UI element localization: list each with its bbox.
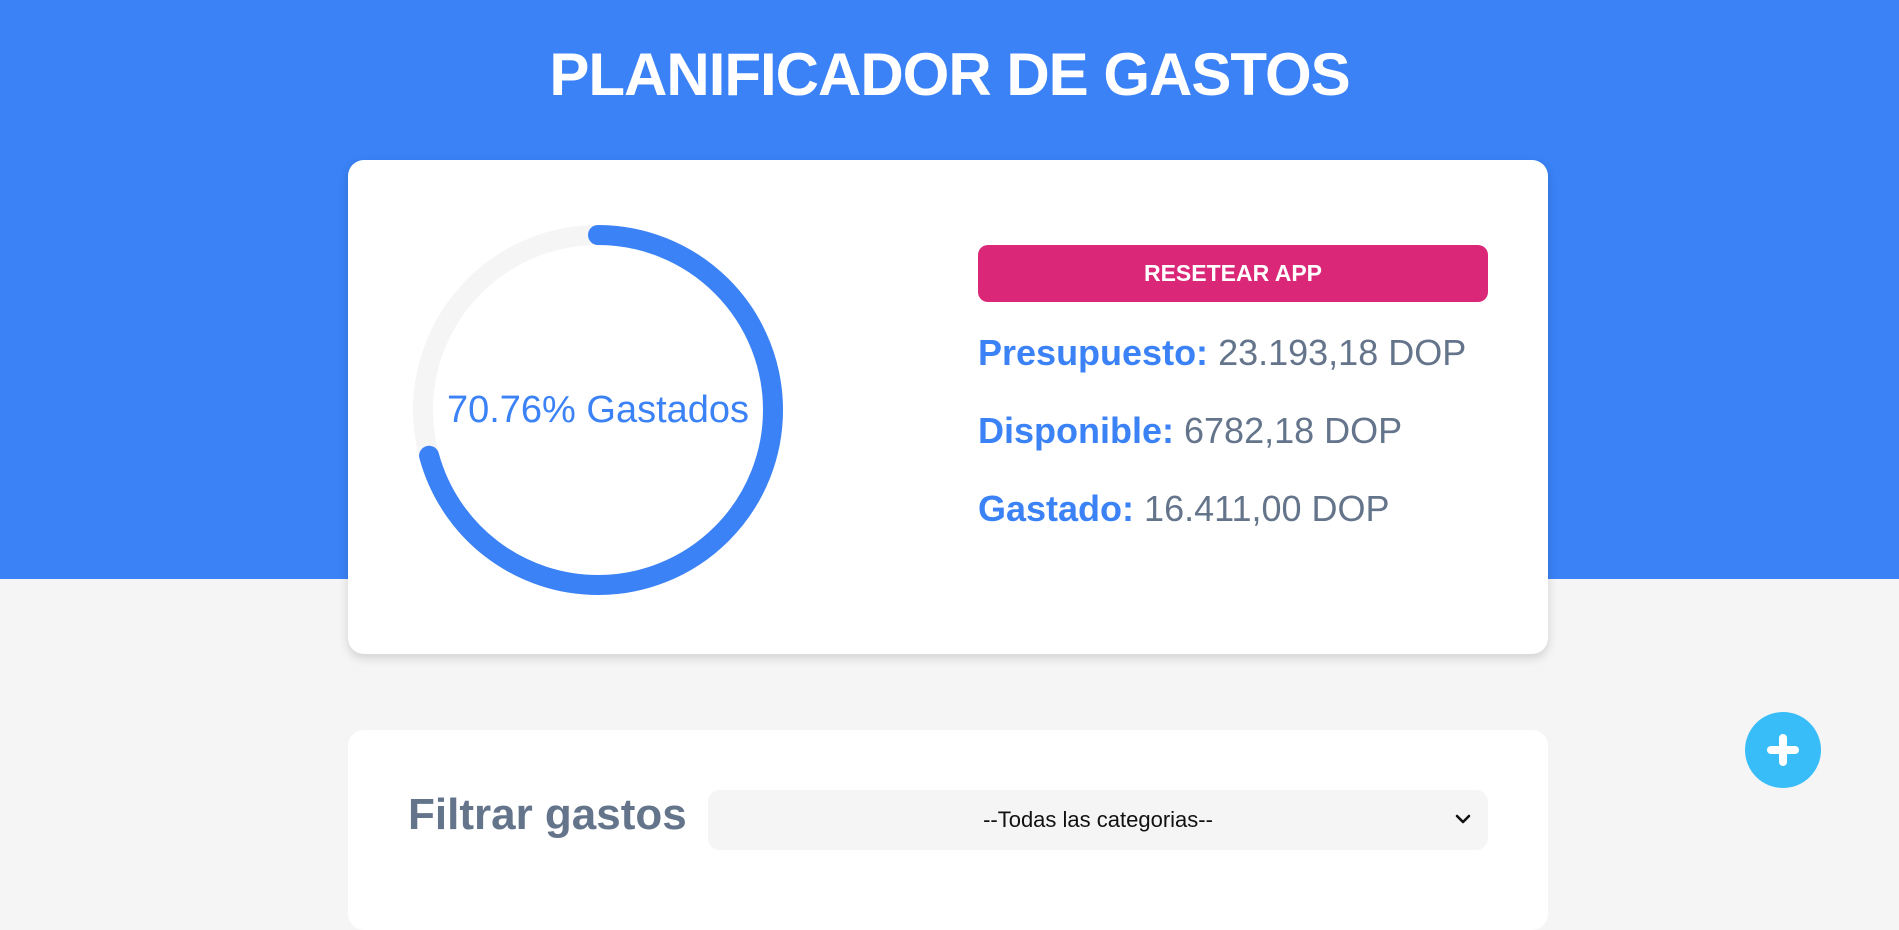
stat-available: Disponible: 6782,18 DOP: [978, 410, 1488, 452]
plus-icon: [1767, 734, 1799, 766]
stat-budget: Presupuesto: 23.193,18 DOP: [978, 332, 1488, 374]
add-expense-button[interactable]: [1745, 712, 1821, 788]
stat-spent-label: Gastado:: [978, 488, 1135, 529]
reset-app-button[interactable]: RESETEAR APP: [978, 245, 1488, 302]
filter-card: Filtrar gastos --Todas las categorias--: [348, 730, 1548, 930]
stat-spent-value: 16.411,00 DOP: [1144, 488, 1390, 529]
stat-available-label: Disponible:: [978, 410, 1174, 451]
stat-spent: Gastado: 16.411,00 DOP: [978, 488, 1488, 530]
category-filter-value: --Todas las categorias--: [983, 807, 1213, 832]
stat-available-value: 6782,18 DOP: [1184, 410, 1403, 451]
category-filter-select[interactable]: --Todas las categorias--: [708, 790, 1488, 850]
chevron-down-icon: [1455, 814, 1471, 824]
page-title: PLANIFICADOR DE GASTOS: [549, 41, 1350, 108]
filter-title: Filtrar gastos: [408, 790, 687, 839]
budget-progress-circle: 70.76% Gastados: [408, 220, 788, 600]
stat-budget-value: 23.193,18 DOP: [1218, 332, 1467, 373]
budget-info: RESETEAR APP Presupuesto: 23.193,18 DOP …: [978, 245, 1488, 530]
budget-card: 70.76% Gastados RESETEAR APP Presupuesto…: [348, 160, 1548, 654]
progress-percent-label: 70.76% Gastados: [446, 388, 750, 431]
stat-budget-label: Presupuesto:: [978, 332, 1209, 373]
